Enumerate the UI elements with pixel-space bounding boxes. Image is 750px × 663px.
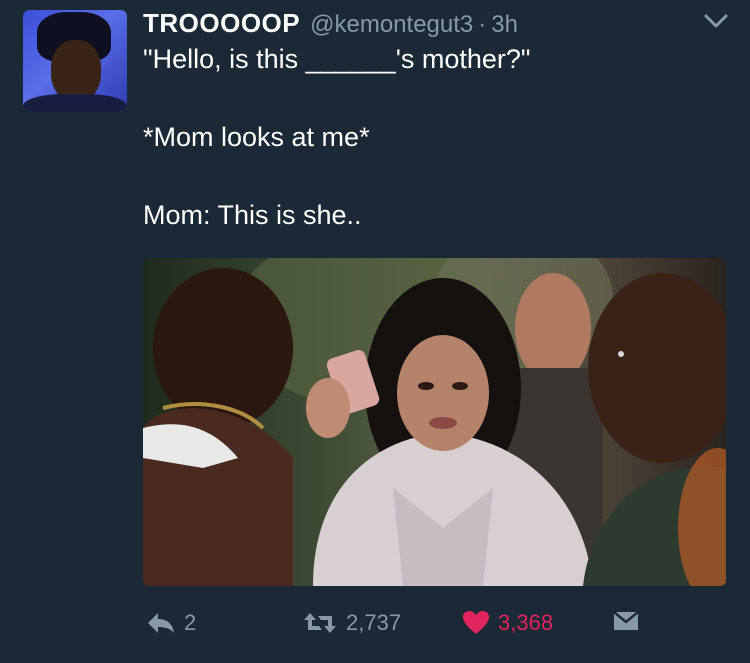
user-handle[interactable]: @kemontegut3 [310,11,473,39]
retweet-button[interactable]: 2,737 [302,610,401,636]
tweet-photo[interactable] [143,258,726,586]
retweet-count: 2,737 [346,610,402,635]
retweet-icon [304,613,336,633]
separator: · [478,11,487,38]
direct-message-button[interactable] [612,610,640,632]
envelope-icon [613,611,639,630]
tweet-text-line-1: "Hello, is this ______'s mother?" [143,44,531,74]
tweet-actions: 2 2,737 3,368 [0,610,750,642]
tweet-text-line-2: *Mom looks at me* [143,122,370,152]
avatar-face [51,40,101,102]
photo-illustration [143,258,726,586]
heart-icon [463,611,489,634]
timestamp[interactable]: 3h [491,11,518,39]
chevron-down-icon[interactable] [703,12,729,30]
like-count: 3,368 [498,610,554,635]
avatar[interactable] [23,10,127,111]
tweet-text-line-3: Mom: This is she.. [143,200,362,230]
avatar-shoulder [23,94,127,111]
reply-count: 2 [184,610,197,635]
tweet-header: TROOOOOP @kemontegut3 · 3h [143,8,518,44]
like-button[interactable]: 3,368 [462,610,553,636]
reply-button[interactable]: 2 [146,610,196,636]
reply-icon [148,613,174,633]
display-name[interactable]: TROOOOOP [143,8,300,39]
